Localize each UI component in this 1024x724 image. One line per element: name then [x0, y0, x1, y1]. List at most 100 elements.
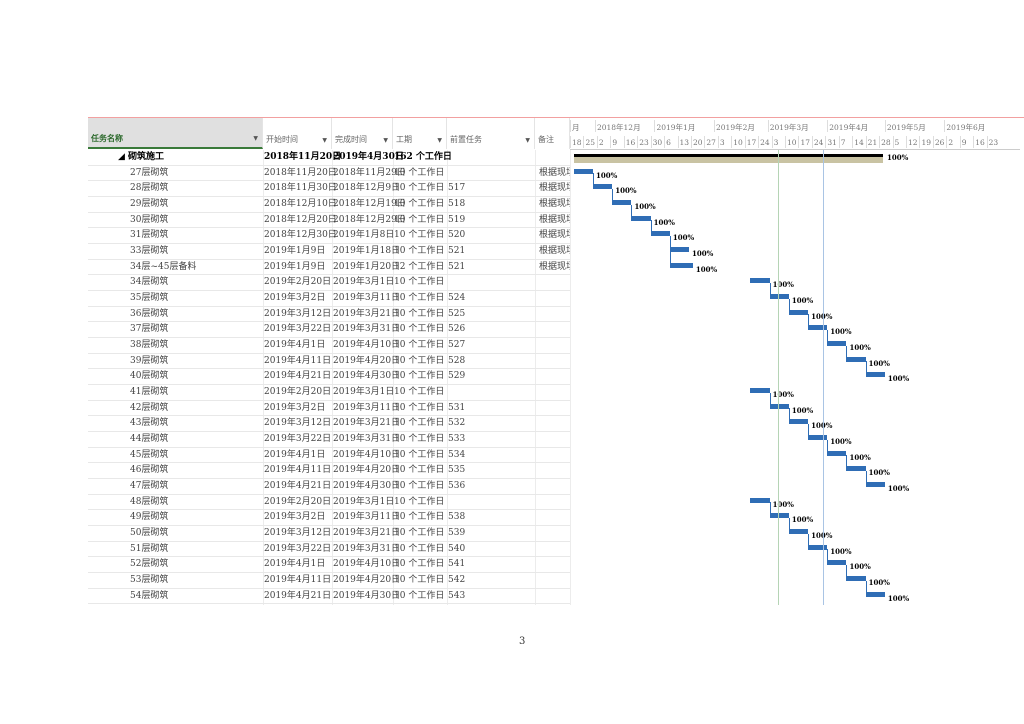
task-bar[interactable] [865, 372, 885, 378]
task-bar[interactable] [650, 231, 670, 237]
table-row[interactable]: 45层砌筑 2019年4月1日 2019年4月10日 10 个工作日 534 [88, 448, 570, 464]
column-header-predecessors[interactable]: 前置任务 ▼ [447, 118, 535, 149]
cell-start: 2019年4月11日 [264, 465, 332, 476]
dropdown-arrow-icon[interactable]: ▼ [322, 135, 327, 147]
table-row[interactable]: 38层砌筑 2019年4月1日 2019年4月10日 10 个工作日 527 [88, 338, 570, 354]
task-bar[interactable] [865, 482, 885, 488]
cell-finish: 2019年3月11日 [333, 293, 401, 304]
table-row[interactable]: 37层砌筑 2019年3月22日 2019年3月31日 10 个工作日 526 [88, 322, 570, 339]
task-progress-label: 100% [772, 499, 794, 509]
task-bar[interactable] [750, 388, 770, 394]
cell-start: 2019年2月20日 [264, 496, 332, 507]
task-bar[interactable] [788, 419, 809, 425]
table-row[interactable]: 30层砌筑 2018年12月20日 2018年12月29日 10 个工作日 519 根据现… [88, 213, 570, 229]
timescale-week: 23 [988, 138, 999, 147]
task-bar[interactable] [827, 341, 847, 347]
task-bar[interactable] [808, 544, 828, 550]
summary-row[interactable]: ◢ 砌筑施工 2018年11月20日 2019年4月30日 162 个工作日 [88, 150, 570, 166]
table-row[interactable]: 29层砌筑 2018年12月10日 2018年12月19日 10 个工作日 518 根据现… [88, 197, 570, 213]
task-bar[interactable] [827, 560, 847, 566]
cell-duration: 10 个工作日 [394, 496, 445, 507]
table-row[interactable]: 40层砌筑 2019年4月21日 2019年4月30日 10 个工作日 529 [88, 369, 570, 386]
task-bar[interactable] [750, 497, 770, 503]
task-bar[interactable] [846, 576, 866, 582]
timescale-divider [944, 120, 946, 132]
table-row[interactable]: 35层砌筑 2019年3月2日 2019年3月11日 10 个工作日 524 [88, 291, 570, 307]
table-row[interactable]: 33层砌筑 2019年1月9日 2019年1月18日10 个工作日521 根据现场 [88, 244, 570, 260]
dropdown-arrow-icon[interactable]: ▼ [437, 135, 442, 147]
task-bar[interactable] [827, 450, 847, 456]
column-header-task-name[interactable]: 任务名称 ▼ [88, 118, 263, 149]
table-row[interactable]: 39层砌筑 2019年4月11日 2019年4月20日 10 个工作日 528 [88, 354, 570, 370]
cell-pred: 521 [448, 246, 466, 257]
timescale-week: 2 [948, 138, 954, 147]
table-row[interactable]: 41层砌筑 2019年2月20日 2019年3月1日 10 个工作日 [88, 385, 570, 401]
task-bar[interactable] [769, 513, 789, 519]
cell-pred: 518 [448, 199, 466, 209]
task-progress-label: 100% [887, 374, 910, 384]
cell-finish: 2019年4月10日 [333, 340, 401, 351]
column-header-label: 前置任务 [450, 135, 482, 144]
task-bar[interactable] [846, 466, 866, 472]
table-row[interactable]: 50层砌筑 2019年3月12日 2019年3月21日 10 个工作日 539 [88, 526, 570, 542]
task-bar[interactable] [750, 278, 770, 284]
timescale-week: 24 [813, 138, 824, 147]
task-bar[interactable] [669, 262, 693, 268]
timescale-week: 31 [827, 138, 837, 147]
task-bar[interactable] [808, 435, 828, 441]
cell-finish: 2019年3月21日 [333, 308, 401, 319]
column-header-finish[interactable]: 完成时间 ▼ [332, 118, 393, 149]
timescale-week: 16 [625, 138, 636, 147]
task-bar[interactable] [612, 200, 632, 205]
cell-duration: 10 个工作日 [394, 324, 445, 335]
task-bar[interactable] [788, 309, 809, 315]
summary-bar[interactable] [573, 154, 883, 163]
task-bar[interactable] [769, 403, 789, 409]
table-row[interactable]: 54层砌筑 2019年4月21日 2019年4月30日 10 个工作日 543 [88, 589, 570, 605]
table-row[interactable]: 53层砌筑 2019年4月11日 2019年4月20日 10 个工作日 542 [88, 573, 570, 589]
table-row[interactable]: 52层砌筑 2019年4月1日 2019年4月10日 10 个工作日 541 [88, 557, 570, 574]
task-bar[interactable] [593, 184, 613, 190]
table-row[interactable]: 51层砌筑 2019年3月22日 2019年3月31日 10 个工作日 540 [88, 542, 570, 558]
timescale-month: 2019年5月 [886, 123, 926, 132]
column-header-notes[interactable]: 备注 [535, 118, 570, 149]
column-header-start[interactable]: 开始时间 ▼ [263, 118, 332, 149]
column-header-duration[interactable]: 工期 ▼ [393, 118, 447, 149]
cell-start: 2019年3月12日 [264, 308, 332, 319]
cell-duration: 10 个工作日 [394, 590, 445, 601]
table-row[interactable]: 34层~45层备料 2019年1月9日 2019年1月20日 12 个工作日 521 根据… [88, 260, 570, 276]
dependency-connector [650, 220, 652, 232]
task-bar[interactable] [769, 294, 789, 300]
table-row[interactable]: 47层砌筑 2019年4月21日 2019年4月30日 10 个工作日 536 [88, 479, 570, 495]
task-bar[interactable] [573, 168, 594, 174]
table-row[interactable]: 49层砌筑 2019年3月2日 2019年3月11日 10 个工作日 538 [88, 510, 570, 527]
task-bar[interactable] [865, 591, 885, 597]
task-bar[interactable] [846, 356, 866, 362]
task-bar[interactable] [788, 529, 809, 535]
table-row[interactable]: 42层砌筑 2019年3月2日 2019年3月11日 10 个工作日 531 [88, 401, 570, 417]
dropdown-arrow-icon[interactable]: ▼ [253, 133, 258, 145]
dropdown-arrow-icon[interactable]: ▼ [383, 135, 388, 147]
dropdown-arrow-icon[interactable]: ▼ [525, 135, 530, 147]
table-row[interactable]: 27层砌筑2018年11月20日2018年11月29日10 个工作日根据现场 [88, 166, 570, 182]
table-row[interactable]: 44层砌筑 2019年3月22日 2019年3月31日 10 个工作日 533 [88, 432, 570, 448]
table-row[interactable]: 48层砌筑 2019年2月20日 2019年3月1日 10 个工作日 [88, 495, 570, 511]
table-row[interactable]: 31层砌筑 2018年12月30日2019年1月8日10 个工作日520 根据现场 [88, 228, 570, 244]
cell-finish: 2019年4月20日 [333, 355, 401, 366]
timescale-week: 17 [800, 138, 811, 147]
timescale-week: 13 [679, 138, 690, 147]
table-row[interactable]: 28层砌筑 2018年11月30日2018年12月9日10 个工作日517 根据现场 [88, 181, 570, 197]
table-row[interactable]: 46层砌筑 2019年4月11日 2019年4月20日 10 个工作日 535 [88, 463, 570, 480]
task-bar[interactable] [631, 215, 651, 221]
cell-pred: 527 [448, 340, 466, 351]
cell-name: 49层砌筑 [130, 512, 169, 523]
timescale-week: 12 [908, 138, 918, 147]
task-bar[interactable] [808, 325, 828, 331]
timescale-week: 26 [934, 138, 945, 147]
task-bar[interactable] [669, 247, 690, 253]
table-row[interactable]: 43层砌筑 2019年3月12日 2019年3月21日 10 个工作日 532 [88, 416, 570, 433]
timescale-week: 14 [854, 138, 864, 147]
cell-name: 50层砌筑 [130, 528, 169, 539]
table-row[interactable]: 34层砌筑 2019年2月20日 2019年3月1日 10 个工作日 [88, 275, 570, 292]
table-row[interactable]: 36层砌筑 2019年3月12日 2019年3月21日 10 个工作日 525 [88, 307, 570, 323]
